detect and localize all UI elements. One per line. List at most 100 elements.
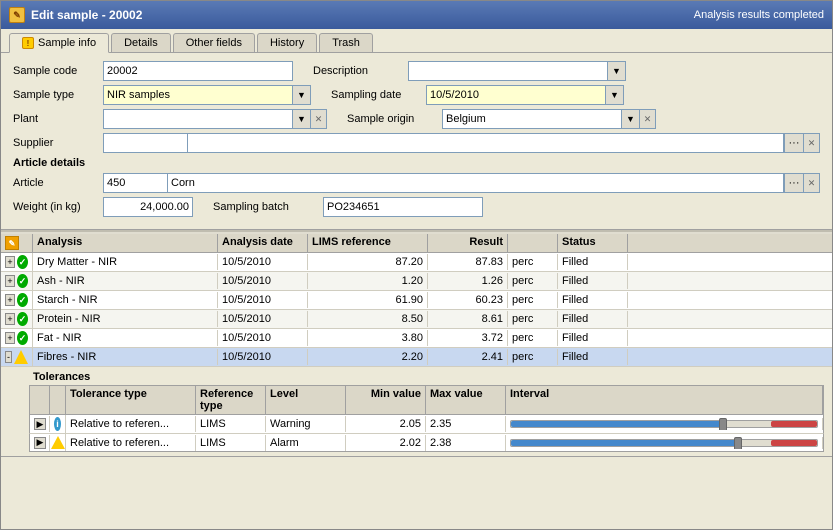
warn-icon-tab: ! — [22, 37, 34, 49]
th-result: Result — [428, 234, 508, 252]
supplier-clear-btn[interactable]: ✕ — [804, 133, 820, 153]
article-label: Article — [13, 177, 103, 189]
description-field: ▼ — [408, 61, 626, 81]
tol-level-2: Alarm — [266, 435, 346, 451]
td-check-2: + ✓ — [1, 272, 33, 290]
row-sample-code: Sample code Description ▼ — [13, 61, 820, 81]
tolerances-header: Tolerance type Reference type Level Min … — [29, 385, 824, 415]
tolerance-row-2: ▶ Relative to referen... LIMS Alarm 2.02… — [29, 434, 824, 452]
slider-thumb-2[interactable] — [734, 437, 742, 449]
row-article: Article ··· ✕ — [13, 173, 820, 193]
sampling-date-field: ▼ — [426, 85, 624, 105]
window-status: Analysis results completed — [694, 9, 824, 21]
expand-btn-3[interactable]: + — [5, 294, 15, 306]
td-lims-6: 2.20 — [308, 349, 428, 365]
status-icon-6: ! — [14, 350, 28, 364]
sample-origin-group: Sample origin ▼ ✕ — [347, 109, 656, 129]
description-input[interactable] — [408, 61, 608, 81]
tol-expand-btn-1[interactable]: ▶ — [34, 418, 46, 430]
td-result-4: 8.61 — [428, 311, 508, 327]
slider-thumb-1[interactable] — [719, 418, 727, 430]
article-number-input[interactable] — [103, 173, 168, 193]
td-date-3: 10/5/2010 — [218, 292, 308, 308]
sampling-date-dropdown-btn[interactable]: ▼ — [606, 85, 624, 105]
supplier-input1[interactable] — [103, 133, 188, 153]
sample-type-field: ▼ — [103, 85, 311, 105]
window-icon: ✎ — [9, 7, 25, 23]
td-check-5: + ✓ — [1, 329, 33, 347]
status-icon-5: ✓ — [17, 331, 28, 345]
slider-fill-2 — [511, 440, 741, 446]
tab-details[interactable]: Details — [111, 33, 171, 52]
th-status: Status — [558, 234, 628, 252]
article-details-header: Article details — [13, 157, 820, 169]
td-lims-3: 61.90 — [308, 292, 428, 308]
supplier-input2[interactable] — [188, 133, 784, 153]
th-uom — [508, 234, 558, 252]
tolerances-label: Tolerances — [29, 371, 824, 383]
tol-icon-2 — [50, 434, 66, 451]
sampling-date-input[interactable] — [426, 85, 606, 105]
sampling-batch-label: Sampling batch — [213, 201, 323, 213]
sample-type-dropdown-btn[interactable]: ▼ — [293, 85, 311, 105]
tab-other-fields[interactable]: Other fields — [173, 33, 255, 52]
tol-maxval-2: 2.38 — [426, 435, 506, 451]
td-uom-2: perc — [508, 273, 558, 289]
sample-origin-clear-btn[interactable]: ✕ — [640, 109, 656, 129]
sample-code-input[interactable] — [103, 61, 293, 81]
plant-dropdown-btn[interactable]: ▼ — [293, 109, 311, 129]
tol-th-expand — [50, 386, 66, 414]
tab-sample-info[interactable]: ! Sample info — [9, 33, 109, 53]
status-icon-3: ✓ — [17, 293, 28, 307]
plant-clear-btn[interactable]: ✕ — [311, 109, 327, 129]
info-icon-1: i — [54, 417, 61, 431]
tol-interval-1 — [506, 418, 823, 430]
description-dropdown-btn[interactable]: ▼ — [608, 61, 626, 81]
weight-input[interactable] — [103, 197, 193, 217]
td-date-4: 10/5/2010 — [218, 311, 308, 327]
sample-type-input[interactable] — [103, 85, 293, 105]
td-check-6: - ! — [1, 348, 33, 366]
title-bar-left: ✎ Edit sample - 20002 — [9, 7, 142, 23]
table-row: + ✓ Fat - NIR 10/5/2010 3.80 3.72 perc F… — [1, 329, 832, 348]
tol-minval-1: 2.05 — [346, 416, 426, 432]
expand-btn-6[interactable]: - — [5, 351, 12, 363]
td-status-4: Filled — [558, 311, 628, 327]
td-result-3: 60.23 — [428, 292, 508, 308]
expand-btn-2[interactable]: + — [5, 275, 15, 287]
tol-reftype-1: LIMS — [196, 416, 266, 432]
article-dots-btn[interactable]: ··· — [784, 173, 804, 193]
tol-th-interval: Interval — [506, 386, 823, 414]
supplier-label: Supplier — [13, 137, 103, 149]
slider-track-1 — [510, 420, 818, 428]
td-result-5: 3.72 — [428, 330, 508, 346]
td-result-2: 1.26 — [428, 273, 508, 289]
sampling-batch-input[interactable] — [323, 197, 483, 217]
slider-fill-red-1 — [771, 421, 817, 427]
td-status-6: Filled — [558, 349, 628, 365]
sample-origin-label: Sample origin — [347, 113, 442, 125]
sample-origin-dropdown-btn[interactable]: ▼ — [622, 109, 640, 129]
tol-expand-btn-2[interactable]: ▶ — [34, 437, 46, 449]
td-analysis-6: Fibres - NIR — [33, 349, 218, 365]
td-lims-2: 1.20 — [308, 273, 428, 289]
plant-label: Plant — [13, 113, 103, 125]
supplier-dots-btn[interactable]: ··· — [784, 133, 804, 153]
tab-trash[interactable]: Trash — [319, 33, 373, 52]
plant-field: ▼ ✕ — [103, 109, 327, 129]
tab-history[interactable]: History — [257, 33, 317, 52]
expand-btn-5[interactable]: + — [5, 332, 15, 344]
td-uom-1: perc — [508, 254, 558, 270]
expand-btn-1[interactable]: + — [5, 256, 15, 268]
article-field: ··· ✕ — [103, 173, 820, 193]
expand-btn-4[interactable]: + — [5, 313, 15, 325]
article-clear-btn[interactable]: ✕ — [804, 173, 820, 193]
status-icon-1: ✓ — [17, 255, 28, 269]
plant-input[interactable] — [103, 109, 293, 129]
tol-interval-2 — [506, 437, 823, 449]
article-name-input[interactable] — [168, 173, 784, 193]
tolerances-container: Tolerances Tolerance type Reference type… — [1, 367, 832, 457]
td-analysis-5: Fat - NIR — [33, 330, 218, 346]
sample-origin-input[interactable] — [442, 109, 622, 129]
td-check-3: + ✓ — [1, 291, 33, 309]
